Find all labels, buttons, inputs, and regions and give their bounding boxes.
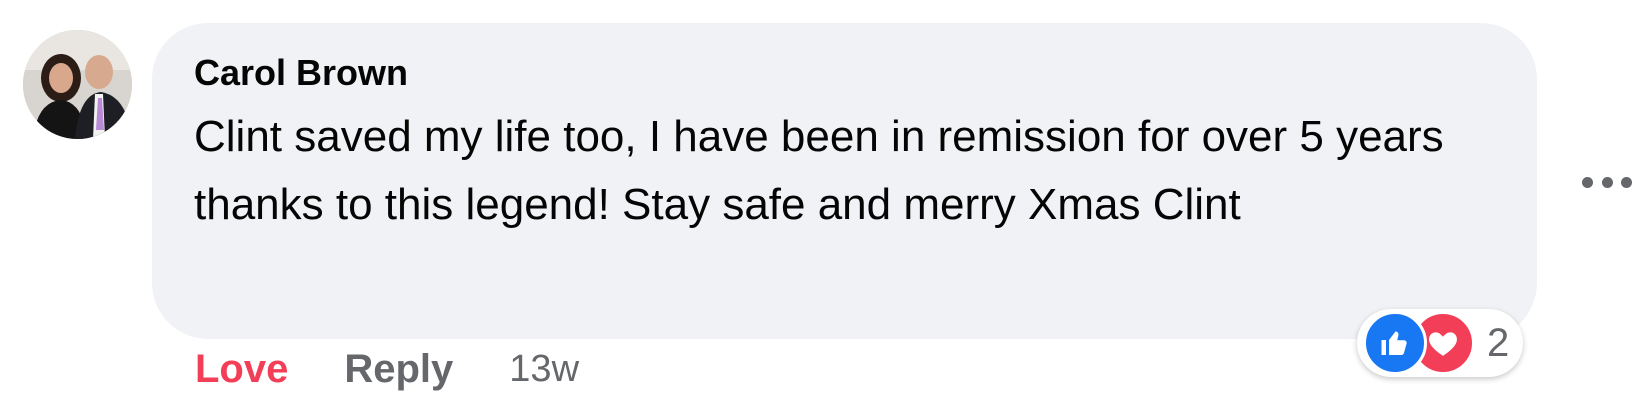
more-dot bbox=[1582, 176, 1593, 188]
comment-text: Clint saved my life too, I have been in … bbox=[194, 112, 1444, 229]
like-icon bbox=[1363, 311, 1427, 375]
more-options-button[interactable] bbox=[1582, 170, 1632, 194]
comment-actions: Love Reply 13w bbox=[195, 344, 579, 394]
comment-author[interactable]: Carol Brown bbox=[194, 49, 1507, 97]
avatar[interactable] bbox=[23, 30, 132, 139]
comment-timestamp[interactable]: 13w bbox=[509, 348, 579, 391]
more-dot bbox=[1621, 176, 1632, 188]
comment: Carol Brown Clint saved my life too, I h… bbox=[0, 0, 1650, 408]
more-dot bbox=[1601, 176, 1613, 188]
comment-bubble: Carol Brown Clint saved my life too, I h… bbox=[152, 23, 1537, 339]
reply-button[interactable]: Reply bbox=[344, 347, 453, 392]
love-button[interactable]: Love bbox=[195, 347, 288, 392]
reaction-summary[interactable]: 2 bbox=[1357, 309, 1524, 377]
avatar-photo bbox=[23, 30, 132, 139]
reaction-count: 2 bbox=[1487, 321, 1510, 365]
